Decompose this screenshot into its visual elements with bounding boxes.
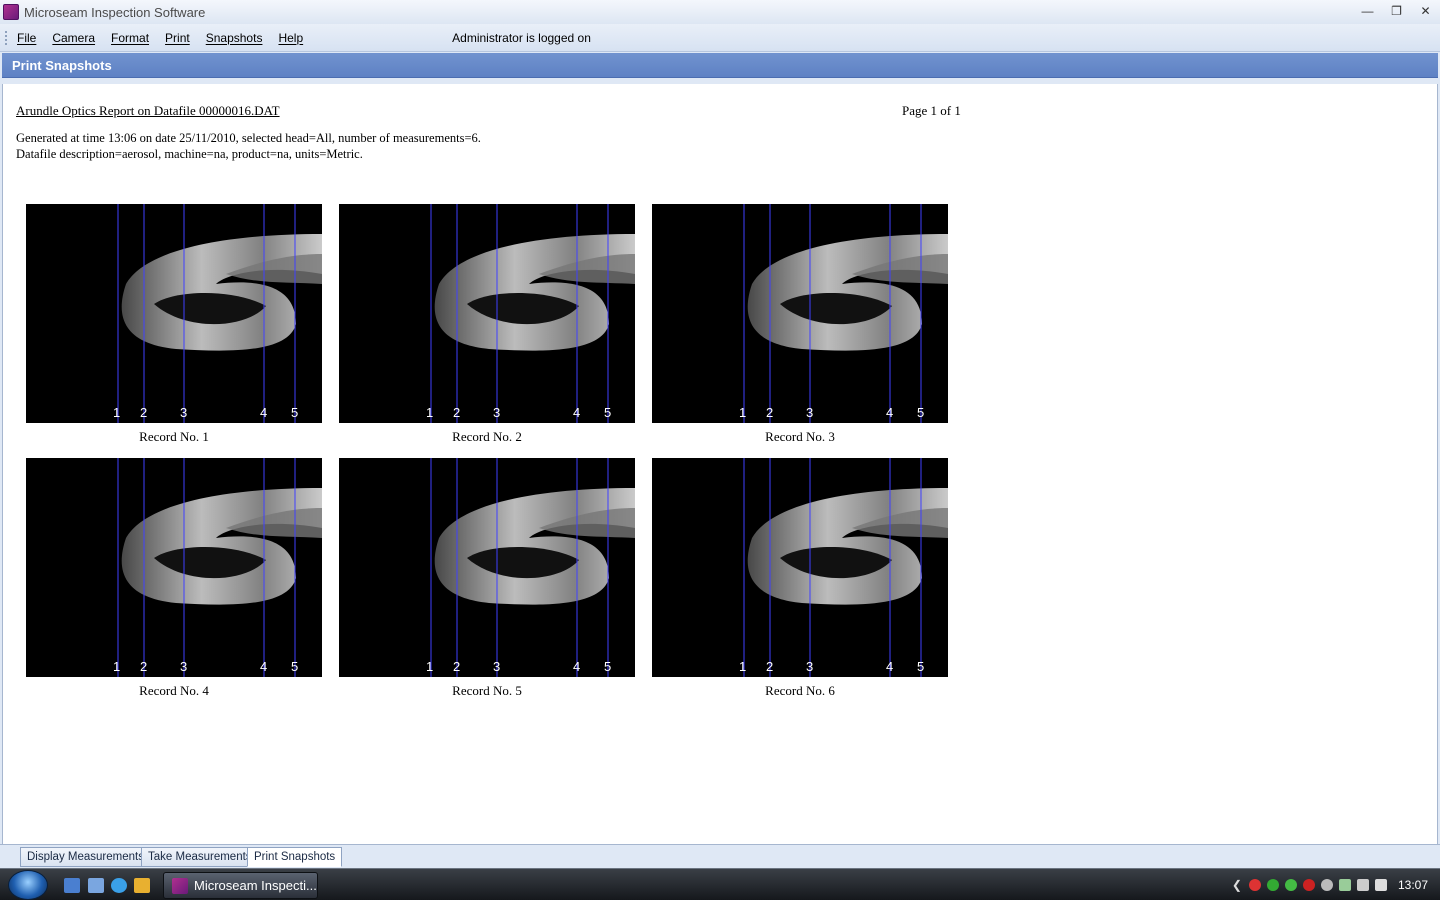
menu-file[interactable]: File — [9, 31, 44, 45]
measurement-marker-label: 2 — [140, 405, 148, 420]
measurement-marker-label: 4 — [260, 659, 268, 674]
tab-display-measurements[interactable]: Display Measurements — [20, 847, 151, 867]
device-icon[interactable] — [1320, 879, 1333, 891]
snapshot-image: 1 2 3 4 5 — [26, 458, 322, 677]
minimize-button[interactable]: — — [1353, 0, 1382, 22]
update-icon[interactable] — [1284, 879, 1297, 891]
measurement-marker-label: 5 — [604, 405, 612, 420]
battery-icon[interactable] — [1338, 879, 1351, 891]
snapshot-caption: Record No. 6 — [765, 683, 835, 698]
restore-button[interactable]: ❐ — [1382, 0, 1411, 22]
snapshot-caption: Record No. 2 — [452, 429, 522, 444]
measurement-marker-label: 2 — [453, 405, 461, 420]
snapshot-image: 1 2 3 4 5 — [652, 458, 948, 677]
start-button[interactable] — [8, 870, 48, 900]
measurement-marker-label: 5 — [291, 405, 299, 420]
network-icon[interactable] — [1266, 879, 1279, 891]
measurement-marker-label: 4 — [573, 405, 581, 420]
app-icon — [3, 4, 19, 20]
login-status: Administrator is logged on — [452, 30, 591, 45]
toolbar-grip[interactable] — [5, 30, 8, 45]
report-info: Generated at time 13:06 on date 25/11/20… — [16, 130, 481, 162]
system-tray: ❮ 13:07 — [1232, 869, 1440, 900]
switch-windows-icon[interactable] — [88, 878, 104, 893]
menu-print[interactable]: Print — [157, 31, 198, 45]
measurement-marker-label: 1 — [426, 405, 434, 420]
snapshot-caption: Record No. 5 — [452, 683, 522, 698]
snapshot-caption: Record No. 1 — [139, 429, 209, 444]
measurement-marker-label: 3 — [806, 659, 814, 674]
snapshot-caption: Record No. 4 — [139, 683, 209, 698]
volume-icon[interactable] — [1374, 879, 1387, 891]
measurement-marker-label: 4 — [260, 405, 268, 420]
measurement-marker-label: 2 — [453, 659, 461, 674]
snapshot-image: 1 2 3 4 5 — [339, 458, 635, 677]
close-button[interactable]: ✕ — [1411, 0, 1440, 22]
measurement-marker-label: 4 — [886, 659, 894, 674]
measurement-marker-label: 5 — [604, 659, 612, 674]
measurement-marker-label: 4 — [886, 405, 894, 420]
snapshot-image: 1 2 3 4 5 — [652, 204, 948, 423]
snapshot-image: 1 2 3 4 5 — [339, 204, 635, 423]
menu-format[interactable]: Format — [103, 31, 157, 45]
menu-snapshots[interactable]: Snapshots — [198, 31, 271, 45]
menu-camera[interactable]: Camera — [44, 31, 103, 45]
show-desktop-icon[interactable] — [64, 878, 80, 893]
measurement-marker-label: 3 — [180, 405, 188, 420]
media-player-icon[interactable] — [134, 878, 150, 893]
measurement-marker-label: 1 — [739, 405, 747, 420]
measurement-marker-label: 2 — [766, 659, 774, 674]
tray-expand-icon[interactable]: ❮ — [1232, 878, 1242, 892]
security-icon[interactable] — [1248, 879, 1261, 891]
report-info-line-2: Datafile description=aerosol, machine=na… — [16, 147, 363, 161]
tab-strip: Display Measurements Take Measurements P… — [0, 844, 1440, 868]
report-info-line-1: Generated at time 13:06 on date 25/11/20… — [16, 131, 481, 145]
measurement-marker-label: 4 — [573, 659, 581, 674]
antivirus-icon[interactable] — [1302, 879, 1315, 891]
taskbar-app-label: Microseam Inspecti... — [194, 878, 317, 893]
window-title: Microseam Inspection Software — [24, 4, 206, 20]
menu-bar: File Camera Format Print Snapshots Help … — [0, 24, 1440, 52]
measurement-marker-label: 3 — [806, 405, 814, 420]
measurement-marker-label: 1 — [113, 405, 121, 420]
title-bar: Microseam Inspection Software — ❐ ✕ — [0, 0, 1440, 24]
clock: 13:07 — [1397, 878, 1428, 892]
taskbar-app-button[interactable]: Microseam Inspecti... — [163, 872, 318, 899]
tab-take-measurements[interactable]: Take Measurements — [141, 847, 259, 867]
snapshot-image: 1 2 3 4 5 — [26, 204, 322, 423]
report-title: Arundle Optics Report on Datafile 000000… — [16, 103, 280, 118]
app-icon — [172, 877, 188, 894]
measurement-marker-label: 2 — [140, 659, 148, 674]
measurement-marker-label: 3 — [493, 405, 501, 420]
measurement-marker-label: 5 — [917, 405, 925, 420]
measurement-marker-label: 1 — [426, 659, 434, 674]
report-page: Arundle Optics Report on Datafile 000000… — [2, 84, 1438, 844]
measurement-marker-label: 5 — [291, 659, 299, 674]
internet-explorer-icon[interactable] — [111, 878, 127, 893]
measurement-marker-label: 1 — [113, 659, 121, 674]
menu-help[interactable]: Help — [270, 31, 311, 45]
section-header: Print Snapshots — [2, 53, 1438, 78]
taskbar: Microseam Inspecti... ❮ 13:07 — [0, 868, 1440, 900]
snapshot-caption: Record No. 3 — [765, 429, 835, 444]
display-icon[interactable] — [1356, 879, 1369, 891]
tab-print-snapshots[interactable]: Print Snapshots — [247, 847, 343, 867]
measurement-marker-label: 5 — [917, 659, 925, 674]
measurement-marker-label: 3 — [180, 659, 188, 674]
measurement-marker-label: 1 — [739, 659, 747, 674]
measurement-marker-label: 2 — [766, 405, 774, 420]
measurement-marker-label: 3 — [493, 659, 501, 674]
page-number: Page 1 of 1 — [902, 103, 961, 118]
